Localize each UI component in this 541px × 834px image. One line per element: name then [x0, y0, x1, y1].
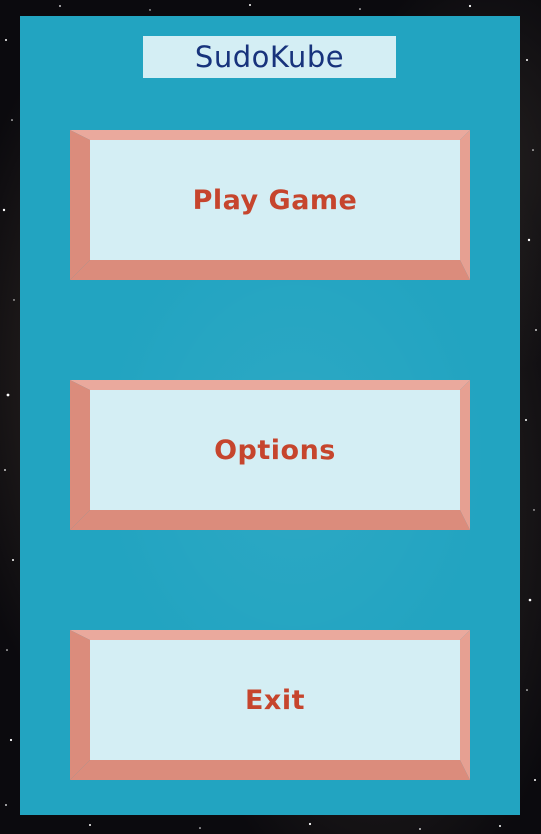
game-title-banner: SudoKube	[143, 36, 396, 78]
button-face: Play Game	[90, 140, 460, 260]
options-button[interactable]: Options	[70, 380, 470, 530]
options-label: Options	[214, 434, 336, 466]
exit-button[interactable]: Exit	[70, 630, 470, 780]
button-face: Exit	[90, 640, 460, 760]
exit-label: Exit	[244, 684, 306, 716]
play-game-button[interactable]: Play Game	[70, 130, 470, 280]
button-face: Options	[90, 390, 460, 510]
game-title: SudoKube	[194, 40, 345, 74]
play-game-label: Play Game	[192, 184, 358, 216]
